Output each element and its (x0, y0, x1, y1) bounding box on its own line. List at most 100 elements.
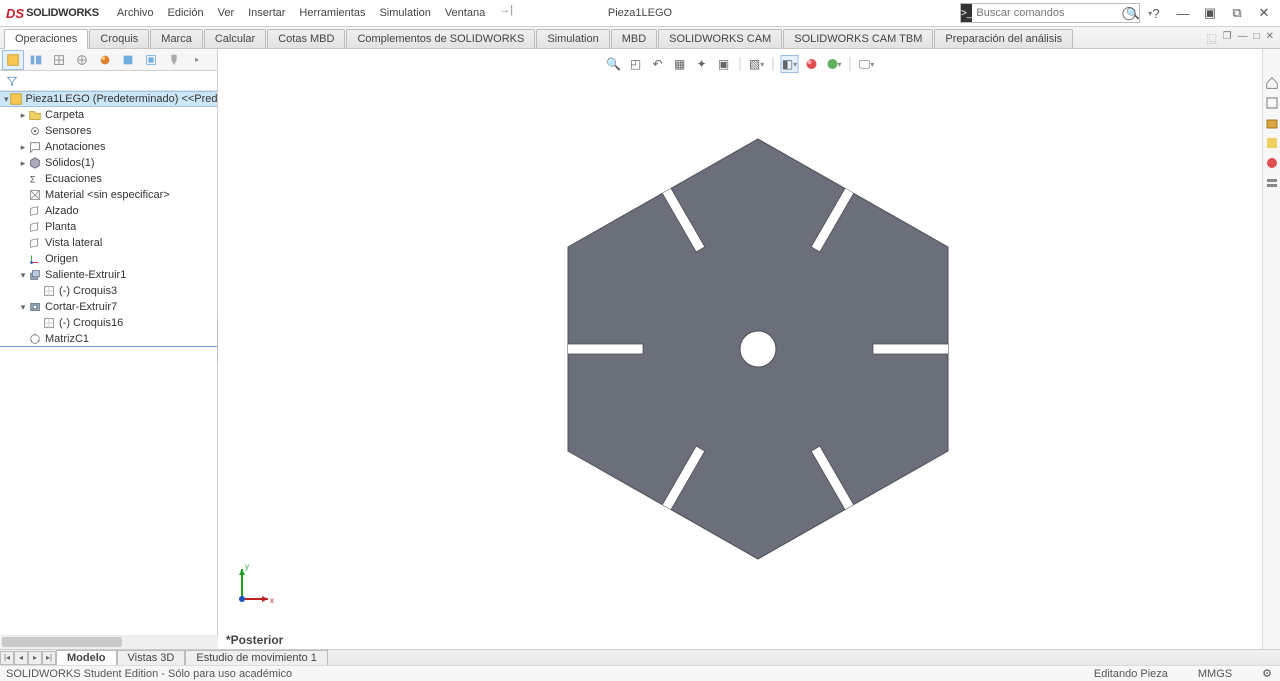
user-icon[interactable]: ◯ (1122, 6, 1136, 20)
tree-item[interactable]: ▸ Anotaciones (0, 139, 217, 155)
tab-sw-cam[interactable]: SOLIDWORKS CAM (658, 29, 782, 48)
help-icon[interactable]: ? (1149, 6, 1163, 20)
expand-icon[interactable]: ▸ (18, 158, 28, 169)
dynamic-view-icon[interactable]: ✦ (693, 55, 711, 73)
tab-operaciones[interactable]: Operaciones (4, 29, 88, 49)
tree-filter-row[interactable] (0, 71, 217, 91)
expand-icon[interactable]: ▾ (18, 302, 28, 313)
prev-view-icon[interactable]: ↶ (649, 55, 667, 73)
tab-mbd[interactable]: MBD (611, 29, 657, 48)
mdi-cascade-icon[interactable]: ⿺ (1207, 31, 1217, 46)
zoom-fit-icon[interactable]: 🔍 (605, 55, 623, 73)
section-view-icon[interactable]: ▦ (671, 55, 689, 73)
tab-croquis[interactable]: Croquis (89, 29, 149, 48)
tab-last-icon[interactable]: ▸| (42, 651, 56, 665)
mdi-maximize-icon[interactable]: □ (1254, 31, 1260, 46)
tab-complementos[interactable]: Complementos de SOLIDWORKS (346, 29, 535, 48)
graphics-viewport[interactable]: 🔍 ◰ ↶ ▦ ✦ ▣ ▧▾ ◧▾ ▾ 🖵▾ (218, 49, 1262, 649)
mdi-restore-icon[interactable]: ❐ (1223, 31, 1232, 46)
view-orient-icon[interactable]: ▣ (715, 55, 733, 73)
mdi-close-icon[interactable]: ✕ (1266, 31, 1274, 46)
hide-show-icon[interactable]: ◧▾ (781, 55, 799, 73)
file-explorer-icon[interactable] (1264, 135, 1280, 151)
expand-icon[interactable]: ▸ (18, 110, 28, 121)
display-mgr-icon[interactable] (94, 50, 116, 70)
cam-tree-icon[interactable] (117, 50, 139, 70)
maximize-icon[interactable]: ⧉ (1230, 6, 1244, 20)
status-units[interactable]: MMGS (1198, 668, 1232, 680)
config-mgr-icon[interactable] (48, 50, 70, 70)
menu-overflow-icon[interactable]: →| (499, 4, 513, 22)
tree-item[interactable]: (-) Croquis3 (0, 283, 217, 299)
tab-prev-icon[interactable]: ◂ (14, 651, 28, 665)
tree-item[interactable]: Vista lateral (0, 235, 217, 251)
tree-item-label: Sólidos(1) (45, 157, 95, 169)
menu-herramientas[interactable]: Herramientas (293, 4, 371, 22)
cam-ops-icon[interactable] (140, 50, 162, 70)
home-icon[interactable] (1264, 75, 1280, 91)
tree-root[interactable]: ▾ Pieza1LEGO (Predeterminado) <<Predete (0, 91, 217, 107)
tree-item[interactable]: (-) Croquis16 (0, 315, 217, 331)
feature-tree[interactable]: ▾ Pieza1LEGO (Predeterminado) <<Predete … (0, 91, 217, 649)
zoom-area-icon[interactable]: ◰ (627, 55, 645, 73)
tab-next-icon[interactable]: ▸ (28, 651, 42, 665)
mdi-minimize-icon[interactable]: — (1238, 31, 1248, 46)
menu-ventana[interactable]: Ventana (439, 4, 491, 22)
close-icon[interactable]: ✕ (1257, 6, 1271, 20)
tab-cotas-mbd[interactable]: Cotas MBD (267, 29, 345, 48)
panel-overflow-icon[interactable]: ▸ (186, 50, 208, 70)
tree-item[interactable]: ▸Carpeta (0, 107, 217, 123)
menu-edicion[interactable]: Edición (162, 4, 210, 22)
tab-sw-cam-tbm[interactable]: SOLIDWORKS CAM TBM (783, 29, 933, 48)
model-render (558, 129, 958, 569)
tab-simulation[interactable]: Simulation (536, 29, 609, 48)
tree-item[interactable]: Sensores (0, 123, 217, 139)
expand-icon[interactable]: ▸ (18, 142, 28, 153)
scrollbar-thumb[interactable] (2, 637, 122, 647)
scene-icon[interactable]: ▾ (825, 55, 843, 73)
menu-simulation[interactable]: Simulation (373, 4, 436, 22)
tree-item[interactable]: ▾Cortar-Extruir7 (0, 299, 217, 315)
restore-icon[interactable]: ▣ (1203, 6, 1217, 20)
tree-item[interactable]: Material <sin especificar> (0, 187, 217, 203)
appearances-icon[interactable] (1264, 175, 1280, 191)
tree-item[interactable]: MatrizC1 (0, 331, 217, 347)
menu-archivo[interactable]: Archivo (111, 4, 160, 22)
tab-prep-analisis[interactable]: Preparación del análisis (934, 29, 1073, 48)
tab-modelo[interactable]: Modelo (56, 650, 117, 665)
tree-item-label: Anotaciones (45, 141, 106, 153)
status-settings-icon[interactable]: ⚙ (1262, 667, 1272, 680)
tab-first-icon[interactable]: |◂ (0, 651, 14, 665)
cmdtabs-window-controls: ⿺ ❐ — □ ✕ (1207, 31, 1274, 46)
tree-h-scrollbar[interactable] (0, 635, 218, 649)
tree-item[interactable]: ▾Saliente-Extruir1 (0, 267, 217, 283)
tree-item[interactable]: Origen (0, 251, 217, 267)
feature-tree-icon[interactable] (2, 50, 24, 70)
tab-estudio-movimiento[interactable]: Estudio de movimiento 1 (185, 650, 327, 665)
tree-item[interactable]: ΣEcuaciones (0, 171, 217, 187)
view-palette-icon[interactable] (1264, 155, 1280, 171)
dimxpert-icon[interactable] (71, 50, 93, 70)
orientation-triad[interactable]: x y (226, 559, 276, 609)
menu-ver[interactable]: Ver (212, 4, 241, 22)
menu-insertar[interactable]: Insertar (242, 4, 291, 22)
search-input[interactable] (972, 7, 1122, 19)
resources-icon[interactable] (1264, 95, 1280, 111)
tree-item[interactable]: Alzado (0, 203, 217, 219)
command-search[interactable]: >_ 🔍 ▾ (960, 3, 1140, 23)
view-settings-icon[interactable]: 🖵▾ (858, 55, 876, 73)
tab-marca[interactable]: Marca (150, 29, 203, 48)
tree-item[interactable]: ▸ Sólidos(1) (0, 155, 217, 171)
expand-icon[interactable]: ▾ (18, 270, 28, 281)
design-lib-icon[interactable] (1264, 115, 1280, 131)
heads-up-toolbar: 🔍 ◰ ↶ ▦ ✦ ▣ ▧▾ ◧▾ ▾ 🖵▾ (605, 53, 876, 75)
minimize-icon[interactable]: — (1176, 6, 1190, 20)
property-mgr-icon[interactable] (25, 50, 47, 70)
tree-item[interactable]: Planta (0, 219, 217, 235)
origin-icon (28, 252, 42, 266)
cam-tools-icon[interactable] (163, 50, 185, 70)
appearance-icon[interactable] (803, 55, 821, 73)
display-style-icon[interactable]: ▧▾ (748, 55, 766, 73)
tab-calcular[interactable]: Calcular (204, 29, 266, 48)
tab-vistas-3d[interactable]: Vistas 3D (117, 650, 186, 665)
